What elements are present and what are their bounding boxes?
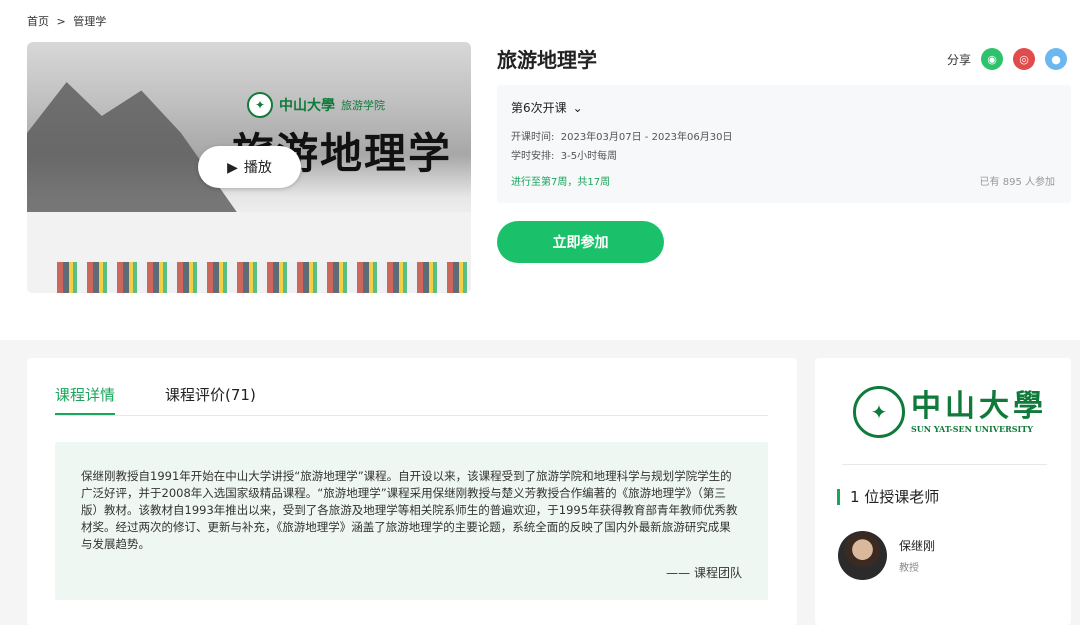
tab-bar: 课程详情 课程评价(71): [55, 384, 768, 416]
course-progress: 进行至第7周，共17周: [511, 177, 611, 188]
teacher-sidebar: ✦ 中山大學 SUN YAT-SEN UNIVERSITY 1 位授课老师 保继…: [815, 358, 1071, 625]
university-seal-icon: ✦: [247, 92, 273, 118]
breadcrumb: 首页 > 管理学: [27, 13, 110, 29]
session-info-box: 第6次开课 ⌄ 开课时间: 2023年03月07日 - 2023年06月30日 …: [497, 85, 1071, 203]
wechat-icon[interactable]: ◉: [981, 48, 1004, 70]
teacher-title: 教授: [899, 563, 919, 574]
play-button[interactable]: ▶ 播放: [198, 146, 301, 188]
course-time: 开课时间: 2023年03月07日 - 2023年06月30日: [511, 132, 733, 143]
course-title: 旅游地理学: [497, 48, 597, 72]
course-cover-video[interactable]: ✦ 中山大學 旅游学院 旅游地理学 ▶ 播放: [27, 42, 471, 293]
university-seal-icon: ✦: [853, 386, 905, 438]
university-logo: ✦ 中山大學 SUN YAT-SEN UNIVERSITY: [853, 386, 1047, 438]
cover-university-logo: ✦ 中山大學 旅游学院: [247, 92, 385, 118]
avatar[interactable]: [838, 531, 887, 580]
play-icon: ▶: [227, 158, 238, 175]
teacher-heading: 1 位授课老师: [837, 489, 939, 505]
course-schedule: 学时安排: 3-5小时每周: [511, 151, 618, 162]
teacher-item[interactable]: 保继刚 教授: [838, 531, 935, 580]
divider: [842, 464, 1047, 465]
cover-crowd-image: [57, 262, 471, 293]
play-label: 播放: [243, 159, 272, 175]
breadcrumb-current[interactable]: 管理学: [73, 15, 106, 28]
share-bar: 分享 ◉ ◎ ●: [947, 48, 1068, 70]
description-signature: —— 课程团队: [666, 566, 742, 580]
weibo-icon[interactable]: ◎: [1013, 48, 1036, 70]
chevron-down-icon: ⌄: [572, 100, 583, 115]
participant-count: 已有 895 人参加: [979, 177, 1055, 188]
share-label: 分享: [947, 52, 972, 67]
breadcrumb-separator: >: [56, 15, 66, 28]
join-button[interactable]: 立即参加: [497, 221, 664, 263]
breadcrumb-home[interactable]: 首页: [27, 15, 49, 28]
qq-icon[interactable]: ●: [1045, 48, 1068, 70]
session-label: 第6次开课: [511, 101, 567, 115]
course-detail-card: 课程详情 课程评价(71) 保继刚教授自1991年开始在中山大学讲授“旅游地理学…: [27, 358, 797, 625]
tab-course-details[interactable]: 课程详情: [55, 384, 116, 415]
course-description: 保继刚教授自1991年开始在中山大学讲授“旅游地理学”课程。自开设以来，该课程受…: [55, 442, 768, 600]
session-selector[interactable]: 第6次开课 ⌄: [511, 99, 583, 116]
course-header: 首页 > 管理学 ✦ 中山大學 旅游学院 旅游地理学 ▶ 播放 旅游地理学 分享…: [0, 0, 1080, 340]
tab-course-reviews[interactable]: 课程评价(71): [165, 384, 256, 413]
description-text: 保继刚教授自1991年开始在中山大学讲授“旅游地理学”课程。自开设以来，该课程受…: [81, 469, 738, 551]
teacher-name[interactable]: 保继刚: [899, 537, 935, 554]
